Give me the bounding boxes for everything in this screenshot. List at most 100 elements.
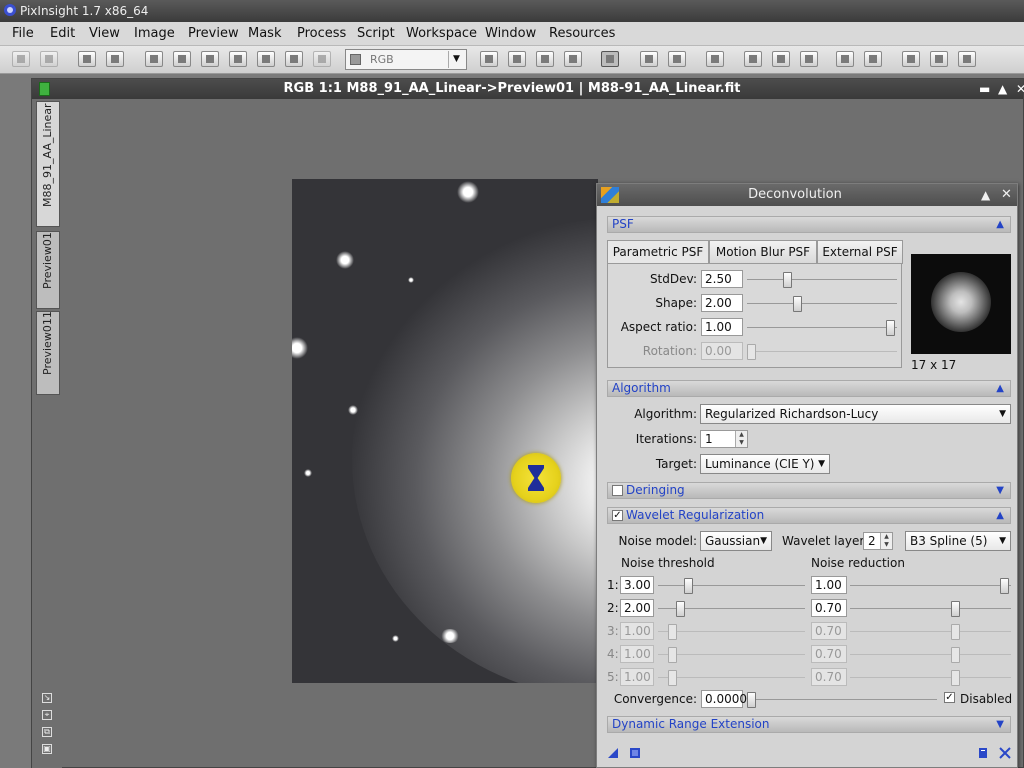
aspect-ratio-field[interactable]: 1.00	[701, 318, 743, 336]
stf-reset-icon[interactable]	[800, 51, 818, 67]
menu-edit[interactable]: Edit	[50, 26, 75, 41]
reduction-4-slider[interactable]	[850, 647, 1011, 663]
slider-thumb[interactable]	[783, 272, 792, 288]
slider-thumb[interactable]	[951, 670, 960, 686]
threshold-3-slider[interactable]	[658, 624, 805, 640]
deringing-checkbox[interactable]	[612, 485, 623, 496]
reduction-5-field[interactable]: 0.70	[811, 668, 847, 686]
slider-thumb[interactable]	[684, 578, 693, 594]
shape-field[interactable]: 2.00	[701, 294, 743, 312]
reduction-4-field[interactable]: 0.70	[811, 645, 847, 663]
convergence-field[interactable]: 0.0000	[701, 690, 747, 708]
slider-thumb[interactable]	[676, 601, 685, 617]
slider-thumb[interactable]	[1000, 578, 1009, 594]
spin-arrows-icon[interactable]: ▲ ▼	[735, 431, 747, 447]
pan-mode-icon[interactable]	[640, 51, 658, 67]
rotation-slider[interactable]	[747, 344, 897, 360]
threshold-5-field[interactable]: 1.00	[620, 668, 654, 686]
shade-icon[interactable]: ▲	[981, 184, 990, 206]
zoom-fit-icon[interactable]	[536, 51, 554, 67]
tab-preview011[interactable]: Preview011	[36, 311, 60, 395]
threshold-1-slider[interactable]	[658, 578, 805, 594]
slider-thumb[interactable]	[793, 296, 802, 312]
shade-icon[interactable]: ▲	[998, 79, 1007, 99]
tab-preview01[interactable]: Preview01	[36, 231, 60, 309]
slider-thumb[interactable]	[668, 670, 677, 686]
dynamic-range-section-header[interactable]: Dynamic Range Extension ▼	[607, 716, 1011, 733]
slider-thumb[interactable]	[747, 344, 756, 360]
target-select[interactable]: Luminance (CIE Y) ▼	[700, 454, 830, 474]
preview-new-icon[interactable]	[145, 51, 163, 67]
identifier-icon[interactable]	[78, 51, 96, 67]
zoom-out-icon[interactable]	[508, 51, 526, 67]
preview-reset-icon[interactable]	[313, 51, 331, 67]
threshold-2-field[interactable]: 2.00	[620, 599, 654, 617]
stddev-field[interactable]: 2.50	[701, 270, 743, 288]
menu-process[interactable]: Process	[297, 26, 346, 41]
threshold-1-field[interactable]: 3.00	[620, 576, 654, 594]
tab-parametric-psf[interactable]: Parametric PSF	[607, 240, 709, 264]
slider-thumb[interactable]	[951, 624, 960, 640]
history-icon[interactable]	[930, 51, 948, 67]
mask-toggle-icon[interactable]	[706, 51, 724, 67]
deringing-section-header[interactable]: Deringing ▼	[607, 482, 1011, 499]
menu-view[interactable]: View	[89, 26, 120, 41]
menu-workspace[interactable]: Workspace	[406, 26, 477, 41]
convergence-disabled-checkbox[interactable]: ✓	[944, 692, 955, 703]
stf-icon[interactable]	[744, 51, 762, 67]
image-window-titlebar[interactable]: RGB 1:1 M88_91_AA_Linear->Preview01 | M8…	[32, 79, 1024, 99]
reset-icon[interactable]	[999, 747, 1011, 759]
minimize-icon[interactable]: ▬	[979, 79, 990, 99]
reduction-1-field[interactable]: 1.00	[811, 576, 847, 594]
menu-file[interactable]: File	[12, 26, 34, 41]
threshold-5-slider[interactable]	[658, 670, 805, 686]
documentation-icon[interactable]	[977, 747, 989, 759]
menu-resources[interactable]: Resources	[549, 26, 615, 41]
spin-arrows-icon[interactable]: ▲ ▼	[880, 533, 892, 549]
zoom-view-icon[interactable]: ⌖	[42, 710, 52, 720]
image-canvas[interactable]	[292, 179, 598, 683]
explorer-icon[interactable]	[902, 51, 920, 67]
zoom-1to1-icon[interactable]	[564, 51, 582, 67]
fit-view-icon[interactable]: ↘	[42, 693, 52, 703]
menu-preview[interactable]: Preview	[188, 26, 239, 41]
console-icon[interactable]	[958, 51, 976, 67]
reduction-3-slider[interactable]	[850, 624, 1011, 640]
zoom-in-icon[interactable]	[480, 51, 498, 67]
redo-icon[interactable]	[40, 51, 58, 67]
scaling-function-select[interactable]: B3 Spline (5) ▼	[905, 531, 1011, 551]
zoom-mode-icon[interactable]	[668, 51, 686, 67]
preview-add-icon[interactable]	[201, 51, 219, 67]
reduction-5-slider[interactable]	[850, 670, 1011, 686]
aspect-ratio-slider[interactable]	[747, 320, 897, 336]
color-mode-select[interactable]: RGB ▼	[345, 49, 467, 70]
slider-thumb[interactable]	[951, 647, 960, 663]
new-instance-icon[interactable]	[607, 747, 619, 759]
align-right-icon[interactable]	[864, 51, 882, 67]
preview-restore-icon[interactable]	[285, 51, 303, 67]
menu-window[interactable]: Window	[485, 26, 536, 41]
threshold-4-slider[interactable]	[658, 647, 805, 663]
preview-store-icon[interactable]	[257, 51, 275, 67]
slider-thumb[interactable]	[668, 624, 677, 640]
view-info-icon[interactable]: ▣	[42, 744, 52, 754]
slider-thumb[interactable]	[951, 601, 960, 617]
slider-thumb[interactable]	[668, 647, 677, 663]
algorithm-section-header[interactable]: Algorithm ▲	[607, 380, 1011, 397]
close-icon[interactable]: ✕	[1001, 184, 1012, 206]
algorithm-select[interactable]: Regularized Richardson-Lucy ▼	[700, 404, 1011, 424]
clone-icon[interactable]	[106, 51, 124, 67]
preview-edit-icon[interactable]	[173, 51, 191, 67]
stf-auto-icon[interactable]	[772, 51, 790, 67]
convergence-slider[interactable]	[747, 692, 937, 708]
menu-image[interactable]: Image	[134, 26, 175, 41]
new-view-icon[interactable]: ⧉	[42, 727, 52, 737]
reduction-3-field[interactable]: 0.70	[811, 622, 847, 640]
stddev-slider[interactable]	[747, 272, 897, 288]
slider-thumb[interactable]	[886, 320, 895, 336]
slider-thumb[interactable]	[747, 692, 756, 708]
preview-delete-icon[interactable]	[229, 51, 247, 67]
wavelet-checkbox[interactable]: ✓	[612, 510, 623, 521]
noise-model-select[interactable]: Gaussian ▼	[700, 531, 772, 551]
undo-icon[interactable]	[12, 51, 30, 67]
